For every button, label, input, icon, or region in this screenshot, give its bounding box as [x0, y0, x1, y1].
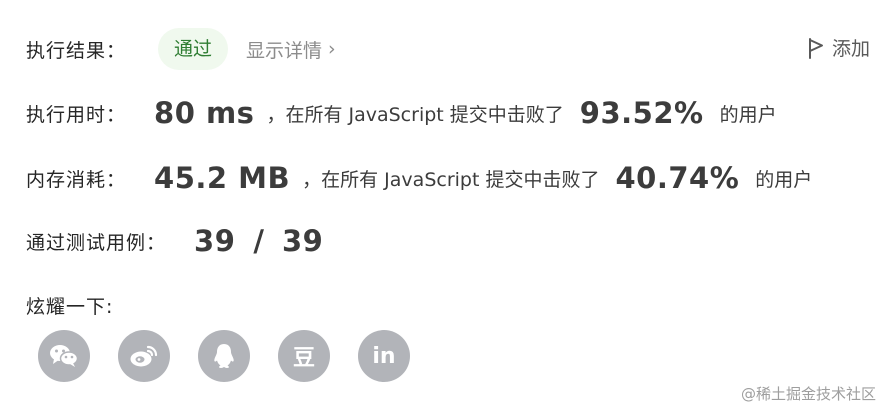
linkedin-icon: in: [372, 343, 396, 369]
memory-value: 45.2 MB: [154, 161, 291, 195]
share-label: 炫耀一下:: [26, 296, 114, 318]
qq-icon: [214, 344, 234, 368]
weibo-share-button[interactable]: [118, 330, 170, 382]
memory-suffix: 的用户: [755, 168, 813, 191]
qq-share-button[interactable]: [198, 330, 250, 382]
runtime-percent: 93.52%: [579, 96, 704, 130]
result-label: 执行结果：: [26, 39, 127, 62]
watermark: @稀土掘金技术社区: [740, 385, 876, 403]
testcases-total: 39: [281, 224, 324, 258]
share-icons: 豆 in: [38, 330, 438, 382]
testcases-passed: 39: [194, 224, 236, 258]
runtime-suffix: 的用户: [719, 103, 777, 126]
memory-row: 内存消耗： 45.2 MB ，在所有 JavaScript 提交中击败了 40.…: [26, 161, 812, 195]
result-row: 执行结果： 通过 显示详情 ›: [26, 28, 336, 70]
testcases-separator: /: [253, 224, 264, 258]
status-badge: 通过: [158, 28, 229, 70]
runtime-value: 80 ms: [154, 96, 255, 130]
add-note-button[interactable]: 添加: [808, 34, 870, 61]
share-row: 炫耀一下:: [26, 292, 113, 319]
testcases-label: 通过测试用例：: [26, 231, 167, 254]
weibo-icon: [130, 345, 158, 367]
add-note-label: 添加: [832, 38, 871, 60]
douban-icon: 豆: [292, 346, 315, 371]
memory-phrase: ，在所有 JavaScript 提交中击败了: [302, 168, 600, 191]
show-details-label: 显示详情: [246, 39, 323, 62]
memory-percent: 40.74%: [615, 161, 740, 195]
wechat-share-button[interactable]: [38, 330, 90, 382]
testcases-row: 通过测试用例： 39 / 39: [26, 224, 323, 258]
flag-icon: [809, 37, 823, 59]
linkedin-share-button[interactable]: in: [358, 330, 410, 382]
chevron-right-icon: ›: [328, 38, 336, 60]
runtime-phrase: ，在所有 JavaScript 提交中击败了: [266, 103, 564, 126]
runtime-row: 执行用时： 80 ms ，在所有 JavaScript 提交中击败了 93.52…: [26, 96, 777, 130]
runtime-label: 执行用时：: [26, 103, 127, 126]
wechat-icon: [50, 345, 79, 367]
douban-share-button[interactable]: 豆: [278, 330, 330, 382]
show-details-link[interactable]: 显示详情 ›: [246, 36, 336, 63]
memory-label: 内存消耗：: [26, 168, 127, 191]
